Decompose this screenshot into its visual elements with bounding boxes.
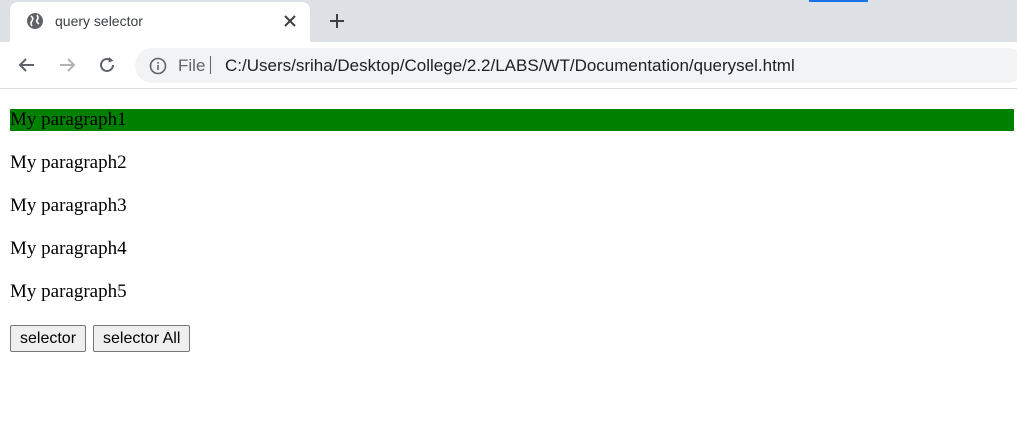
globe-icon [26, 12, 44, 30]
close-icon[interactable] [280, 11, 300, 31]
accent-line [809, 0, 868, 2]
new-tab-icon[interactable] [326, 10, 348, 32]
forward-arrow-icon[interactable] [56, 54, 78, 76]
reload-icon[interactable] [96, 54, 118, 76]
browser-toolbar: File C:/Users/sriha/Desktop/College/2.2/… [0, 42, 1017, 89]
back-arrow-icon[interactable] [16, 54, 38, 76]
paragraph-5: My paragraph5 [10, 281, 127, 302]
scheme-label: File [178, 56, 206, 75]
tab-strip: query selector [0, 0, 1017, 42]
selector-button[interactable]: selector [10, 325, 87, 352]
info-icon[interactable] [149, 57, 167, 75]
address-bar[interactable]: File C:/Users/sriha/Desktop/College/2.2/… [135, 48, 1017, 83]
selector-all-button[interactable]: selector All [93, 325, 191, 352]
url-text[interactable]: C:/Users/sriha/Desktop/College/2.2/LABS/… [225, 56, 795, 76]
page-content: My paragraph1 My paragraph2 My paragraph… [0, 89, 1017, 428]
tab-title: query selector [55, 13, 143, 29]
divider [210, 56, 211, 74]
paragraph-1: My paragraph1 [10, 109, 1014, 131]
paragraph-3: My paragraph3 [10, 195, 127, 216]
paragraph-4: My paragraph4 [10, 238, 127, 259]
paragraph-2: My paragraph2 [10, 152, 127, 173]
tab-query-selector[interactable]: query selector [10, 2, 310, 42]
